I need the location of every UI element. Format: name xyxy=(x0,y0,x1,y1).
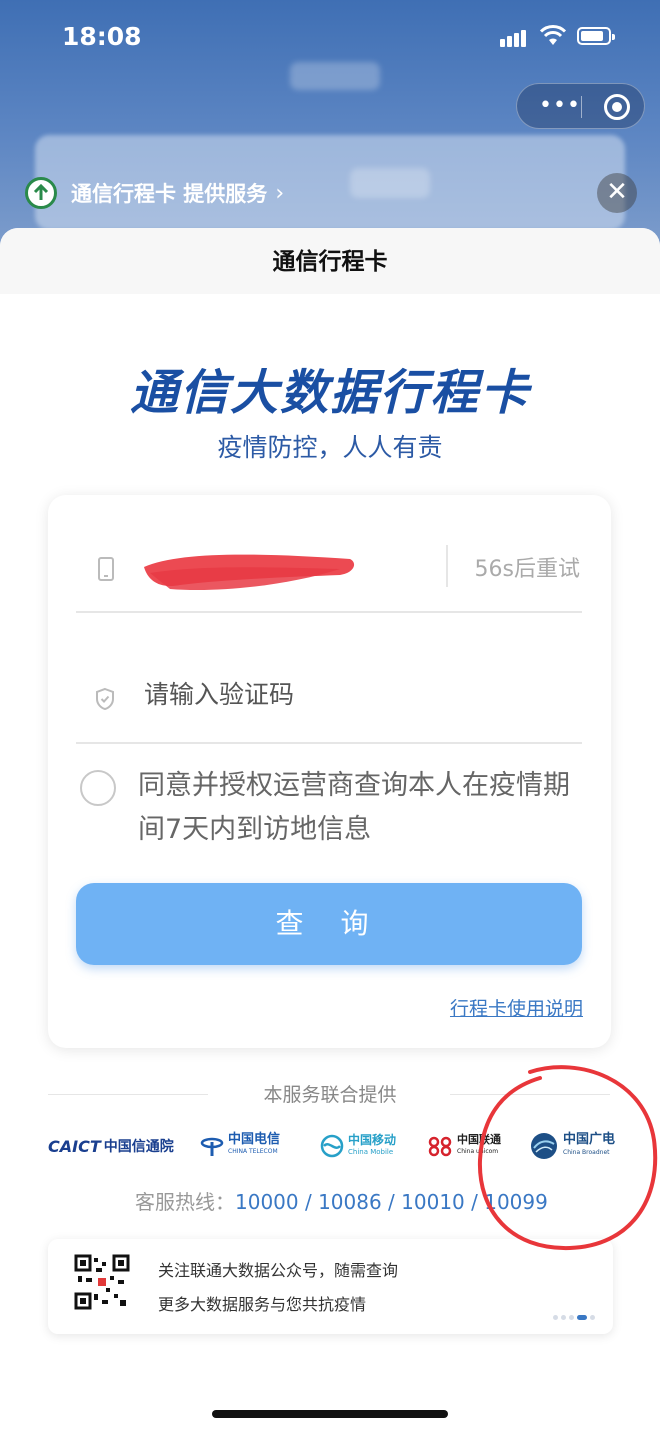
close-miniprogram-button[interactable] xyxy=(604,94,630,120)
carousel-indicator xyxy=(550,1305,595,1324)
hotline-label: 客服热线： xyxy=(135,1190,235,1214)
help-link[interactable]: 行程卡使用说明 xyxy=(450,994,583,1021)
china-mobile-icon xyxy=(320,1134,344,1158)
provider-link[interactable]: 通信行程卡 提供服务 › xyxy=(25,176,284,210)
wifi-icon xyxy=(540,25,566,45)
more-button[interactable]: ••• xyxy=(539,95,581,117)
sheet-title: 通信行程卡 xyxy=(0,228,660,294)
login-card: 56s后重试 同意并授权运营商查询本人在疫情期间7天内到访地信息 查 询 行程卡… xyxy=(48,495,611,1048)
phone-number-redaction[interactable] xyxy=(140,545,360,595)
status-bar: 18:08 xyxy=(0,0,660,76)
caict-logo: CAICT 中国信通院 xyxy=(48,1136,174,1156)
status-time: 18:08 xyxy=(62,22,142,51)
shield-icon xyxy=(96,687,114,711)
chevron-right-icon: › xyxy=(275,180,285,206)
china-mobile-logo: 中国移动 China Mobile xyxy=(320,1128,396,1164)
promo-line-1: 关注联通大数据公众号，随需查询 xyxy=(158,1261,399,1280)
consent-text: 同意并授权运营商查询本人在疫情期间7天内到访地信息 xyxy=(138,770,570,845)
provider-label: 通信行程卡 提供服务 xyxy=(71,182,268,206)
miniprogram-capsule: ••• xyxy=(516,83,645,129)
page-title: 通信大数据行程卡 xyxy=(129,365,530,421)
close-button[interactable]: ✕ xyxy=(597,173,637,213)
china-telecom-logo: 中国电信 CHINA TELECOM xyxy=(200,1128,280,1164)
qr-code-icon xyxy=(74,1254,130,1310)
home-indicator xyxy=(212,1410,448,1418)
resend-code-button[interactable]: 56s后重试 xyxy=(475,551,580,583)
query-button[interactable]: 查 询 xyxy=(76,883,582,965)
retry-divider xyxy=(446,545,448,587)
consent-checkbox[interactable] xyxy=(80,770,116,806)
code-row xyxy=(76,667,582,744)
promo-line-2: 更多大数据服务与您共抗疫情 xyxy=(158,1295,367,1314)
annotation-circle xyxy=(477,1065,658,1251)
background-tab-blur xyxy=(350,168,430,198)
capsule-divider xyxy=(581,96,582,118)
sheet: 通信行程卡 通信大数据行程卡 疫情防控，人人有责 56s后重试 同意并授权运营商… xyxy=(0,228,660,1429)
phone-row: 56s后重试 xyxy=(76,537,582,613)
travel-card-logo-icon xyxy=(25,177,57,209)
battery-icon xyxy=(577,27,615,45)
signal-icon xyxy=(500,28,528,47)
phone-icon xyxy=(98,557,114,581)
page-subtitle: 疫情防控，人人有责 xyxy=(217,433,443,462)
verification-code-input[interactable] xyxy=(142,671,546,717)
china-unicom-icon xyxy=(428,1136,452,1157)
china-telecom-icon xyxy=(200,1137,224,1156)
